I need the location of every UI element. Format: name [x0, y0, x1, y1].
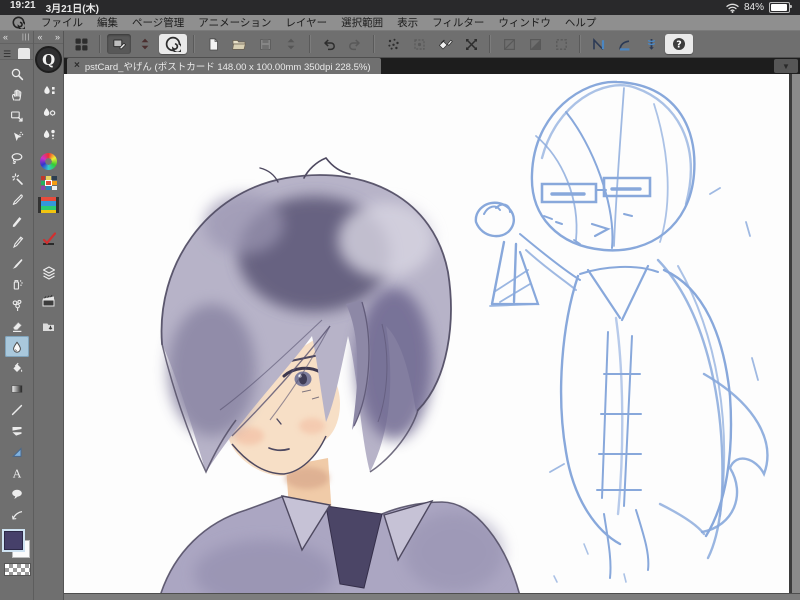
line-correct-tool[interactable] [5, 504, 29, 525]
fill-icon[interactable] [433, 34, 457, 54]
eyedropper-tool[interactable] [5, 189, 29, 210]
battery-icon [769, 2, 792, 13]
bottom-edge-strip [64, 593, 800, 600]
snap-frame-icon[interactable] [407, 34, 431, 54]
close-tab-icon[interactable]: × [74, 61, 80, 71]
collapse-panels-icon[interactable]: « [37, 32, 42, 42]
menu-page[interactable]: ページ管理 [125, 15, 191, 30]
menu-view[interactable]: 表示 [390, 15, 425, 30]
svg-text:A: A [12, 467, 22, 480]
undo-icon[interactable] [317, 34, 341, 54]
menu-animation[interactable]: アニメーション [191, 15, 278, 30]
expand-panels-icon[interactable]: » [55, 32, 60, 42]
lasso-select-tool[interactable] [5, 147, 29, 168]
timeline-panel-icon[interactable] [37, 291, 61, 311]
stepper-icon[interactable] [133, 34, 157, 54]
layer-clip-icon[interactable] [523, 34, 547, 54]
figure-tool[interactable] [5, 399, 29, 420]
frame-border-tool[interactable] [5, 420, 29, 441]
document-tab[interactable]: × pstCard_やげん (ポストカード 148.00 x 100.00mm … [67, 58, 381, 74]
document-tab-bar: × pstCard_やげん (ポストカード 148.00 x 100.00mm … [64, 58, 800, 74]
canvas-artwork [160, 80, 769, 593]
menu-edit[interactable]: 編集 [90, 15, 125, 30]
left-palette-dock: « ||| ☰ A « » Q [0, 31, 64, 600]
document-tab-title: pstCard_やげん (ポストカード 148.00 x 100.00mm 35… [84, 62, 371, 73]
tab-list-dropdown[interactable]: ▼ [774, 59, 798, 73]
right-panel-edge[interactable] [789, 74, 800, 593]
menu-help[interactable]: ヘルプ [558, 15, 604, 30]
canvas-settings-icon[interactable] [107, 34, 131, 54]
color-wheel-panel-icon[interactable] [37, 151, 61, 171]
text-tool[interactable]: A [5, 462, 29, 483]
transform-icon[interactable] [459, 34, 483, 54]
decoration-tool[interactable] [5, 294, 29, 315]
drag-handle-icon[interactable]: ||| [22, 34, 30, 41]
collapse-tools-icon[interactable]: « [3, 32, 8, 42]
balloon-tool[interactable] [5, 483, 29, 504]
menu-filter[interactable]: フィルター [425, 15, 491, 30]
snap-grid-icon[interactable] [639, 34, 663, 54]
blend-tool[interactable] [4, 336, 29, 357]
ruler-tool[interactable] [5, 441, 29, 462]
airbrush-tool[interactable] [5, 273, 29, 294]
hand-tool[interactable] [5, 84, 29, 105]
open-clip-studio-button[interactable] [159, 34, 187, 54]
color-swatches [1, 529, 32, 583]
eraser-tool[interactable] [5, 315, 29, 336]
palette-list-icon[interactable]: ☰ [3, 50, 11, 59]
menu-selection[interactable]: 選択範囲 [334, 15, 390, 30]
move-canvas-tool[interactable] [5, 105, 29, 126]
brush-size-panel-icon[interactable] [37, 125, 61, 145]
clock: 19:21 [10, 0, 36, 11]
wifi-icon [726, 3, 739, 13]
selection-area-icon[interactable] [549, 34, 573, 54]
new-canvas-icon[interactable] [201, 34, 225, 54]
marker-tool[interactable] [5, 231, 29, 252]
menu-file[interactable]: ファイル [34, 15, 90, 30]
tool-property-panel-icon[interactable] [37, 103, 61, 123]
pen-tool[interactable] [5, 210, 29, 231]
snap-ruler-icon[interactable] [587, 34, 611, 54]
foreground-color-swatch[interactable] [1, 529, 25, 552]
layer-panel-icon[interactable] [37, 263, 61, 283]
color-history-panel-icon[interactable] [37, 195, 61, 215]
auto-select-tool[interactable] [5, 168, 29, 189]
help-button[interactable]: ? [665, 34, 693, 54]
open-file-icon[interactable] [227, 34, 251, 54]
transparent-color-swatch[interactable] [3, 563, 31, 576]
battery-percent: 84% [743, 2, 764, 13]
redo-icon[interactable] [343, 34, 367, 54]
menu-layer[interactable]: レイヤー [278, 15, 334, 30]
command-bar: ? [64, 31, 800, 58]
menu-bar: ファイル 編集 ページ管理 アニメーション レイヤー 選択範囲 表示 フィルター… [0, 15, 800, 31]
snap-off-icon[interactable] [381, 34, 405, 54]
operation-tool[interactable] [5, 126, 29, 147]
zoom-tool[interactable] [5, 63, 29, 84]
sub-tool-panel-icon[interactable] [37, 81, 61, 101]
panel-icon-dock: « » Q [34, 31, 64, 600]
clip-studio-spiral-icon[interactable] [10, 16, 26, 29]
drawing-canvas[interactable] [64, 74, 789, 593]
auto-action-panel-icon[interactable] [37, 229, 61, 249]
ipad-status-bar: 19:21 3月21日(木) 84% [0, 0, 800, 15]
tool-palette-tab[interactable] [18, 48, 31, 59]
tool-palette: « ||| ☰ A [0, 31, 35, 600]
save-icon[interactable] [253, 34, 277, 54]
menu-window[interactable]: ウィンドウ [491, 15, 558, 30]
clip-studio-q-button[interactable]: Q [35, 46, 63, 73]
snap-special-ruler-icon[interactable] [613, 34, 637, 54]
brush-tool[interactable] [5, 252, 29, 273]
date: 3月21日(木) [45, 4, 99, 15]
save-stepper-icon[interactable] [279, 34, 303, 54]
material-export-panel-icon[interactable] [37, 317, 61, 337]
gradient-tool[interactable] [5, 378, 29, 399]
workspace-grid-icon[interactable] [69, 34, 93, 54]
svg-text:?: ? [676, 39, 682, 50]
thumbnail-icon[interactable] [497, 34, 521, 54]
fill-bucket-tool[interactable] [5, 357, 29, 378]
color-set-panel-icon[interactable] [37, 173, 61, 193]
